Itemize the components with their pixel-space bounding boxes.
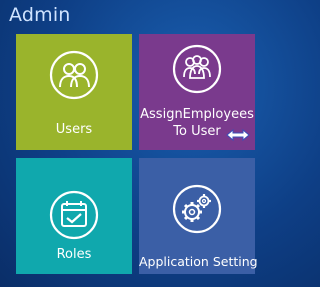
tile-application-setting[interactable]: Application Setting xyxy=(139,158,258,274)
tile-roles[interactable]: Roles xyxy=(16,158,132,274)
tile-roles-label: Roles xyxy=(56,247,92,262)
resize-horizontal-cursor-icon xyxy=(226,128,250,142)
tile-assign-employees[interactable]: AssignEmployees To User xyxy=(139,34,255,150)
tile-users-label: Users xyxy=(55,122,93,137)
users-icon xyxy=(49,50,99,100)
tile-users[interactable]: Users xyxy=(16,34,132,150)
tile-assign-label-line1: AssignEmployees xyxy=(140,107,254,122)
calendar-check-icon xyxy=(49,190,99,240)
page-title: Admin xyxy=(9,4,71,26)
gears-icon xyxy=(172,184,222,234)
group-icon xyxy=(172,44,222,94)
tile-application-setting-label: Application Setting xyxy=(139,254,258,269)
